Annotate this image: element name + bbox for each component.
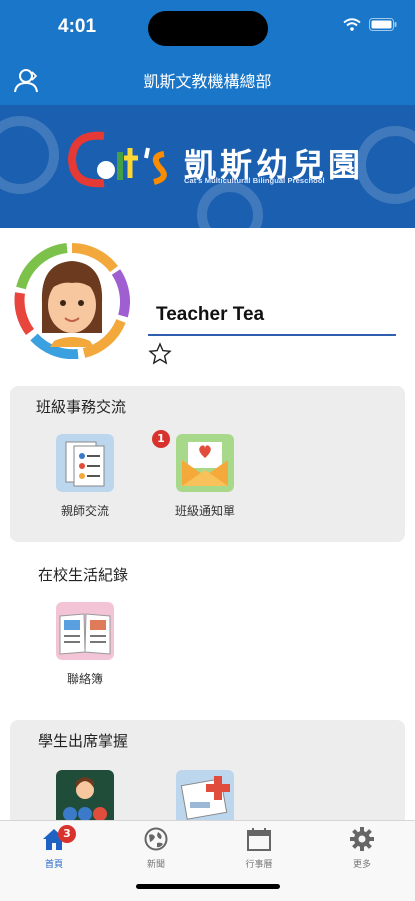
school-life-section: 在校生活紀錄 聯絡簿 — [10, 552, 405, 704]
calendar-icon — [247, 828, 271, 851]
tile-label: 班級通知單 — [174, 504, 235, 518]
dynamic-island — [148, 11, 268, 46]
gear-icon — [350, 827, 374, 851]
tab-calendar[interactable]: 行事曆 — [207, 827, 311, 870]
teacher-name: Teacher Tea — [156, 304, 265, 325]
tab-more[interactable]: 更多 — [310, 827, 414, 870]
tab-news[interactable]: 新聞 — [104, 827, 208, 870]
status-time: 4:01 — [58, 16, 97, 37]
page-title: 凱斯文教機構總部 — [143, 72, 272, 91]
parent-teacher-tile[interactable]: 親師交流 — [30, 434, 140, 519]
wifi-icon — [343, 18, 361, 31]
tile-label: 親師交流 — [60, 504, 109, 518]
favorite-star-icon[interactable] — [148, 342, 172, 366]
tab-home[interactable]: 首頁 — [2, 827, 106, 870]
battery-icon — [369, 18, 397, 31]
name-underline — [148, 334, 396, 336]
tab-label: 新聞 — [146, 860, 165, 870]
section-title: 在校生活紀錄 — [38, 566, 129, 584]
school-name-en: Cat's Multicultural Bilingual Preschool — [184, 176, 325, 185]
notification-badge: 1 — [152, 430, 170, 448]
tab-label: 更多 — [352, 860, 371, 870]
home-badge: 3 — [58, 825, 76, 843]
tab-label: 首頁 — [44, 860, 63, 870]
tile-label: 聯絡簿 — [66, 672, 103, 686]
globe-icon — [144, 827, 168, 851]
status-icons — [343, 18, 397, 31]
section-title: 學生出席掌握 — [38, 732, 129, 750]
envelope-heart-icon — [176, 434, 234, 492]
teacher-avatar[interactable] — [14, 243, 130, 359]
contact-book-tile[interactable]: 聯絡簿 — [30, 602, 140, 687]
class-notice-tile[interactable]: 班級通知單 — [150, 434, 260, 519]
class-affairs-section: 班級事務交流 親師交流 班級通知單 1 — [10, 386, 405, 542]
contact-book-icon — [56, 602, 114, 660]
home-indicator — [136, 884, 280, 889]
section-title: 班級事務交流 — [36, 398, 127, 416]
school-logo — [67, 131, 167, 188]
tab-label: 行事曆 — [245, 860, 273, 870]
parent-teacher-chat-icon — [56, 434, 114, 492]
app-header: 4:01 凱斯文教機構總部 凱斯幼兒園 Cat's Multicultural … — [0, 0, 415, 228]
